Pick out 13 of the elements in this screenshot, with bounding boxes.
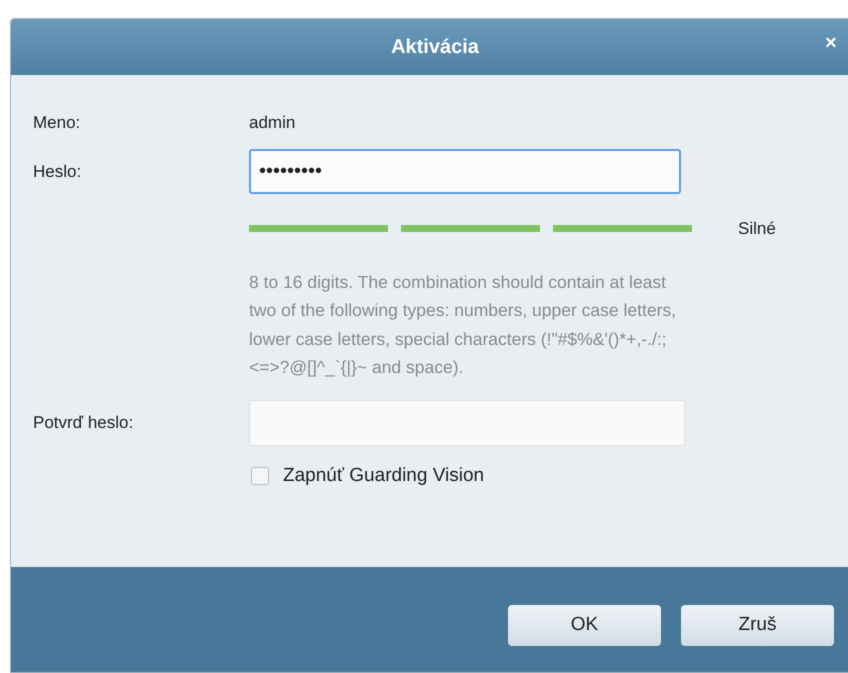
confirm-password-field[interactable] [249,400,685,446]
username-value: admin [249,112,296,134]
checkbox-label: Zapnúť Guarding Vision [283,464,484,488]
strength-label: Silné [738,218,776,240]
password-field[interactable]: ••••••••• [249,149,681,194]
password-hint: 8 to 16 digits. The combination should contain at least two of the following types: numbers, upper case letters, lower case letters, special characters (!"#$%&'()*+,-./:;<=>?@[]^_`{|}~ and space). [249,270,678,379]
field-label: Heslo: [33,160,82,183]
checkbox[interactable] [251,466,269,485]
dialog-button[interactable]: OK [508,605,661,646]
window-title: Aktivácia [391,35,479,60]
field-label: Meno: [33,112,82,134]
field-label: Potvrď heslo: [33,412,134,434]
dialog-button[interactable]: Zruš [681,605,834,646]
